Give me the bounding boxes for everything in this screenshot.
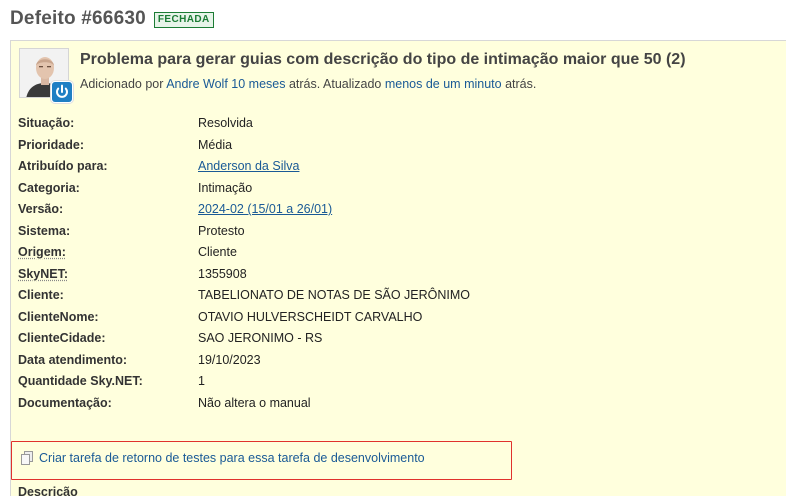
attribute-row-documentacao: Documentação: Não altera o manual — [18, 393, 718, 413]
attribute-value: Protesto — [198, 223, 245, 238]
version-link[interactable]: 2024-02 (15/01 a 26/01) — [198, 199, 332, 219]
attribute-label: Documentação: — [18, 395, 112, 410]
attribute-value: Média — [198, 137, 233, 152]
attribute-label: Categoria: — [18, 180, 80, 195]
attribute-value: 1355908 — [198, 266, 247, 281]
description-title: Descrição — [18, 485, 78, 496]
attribute-row-quantidade-skynet: Quantidade Sky.NET: 1 — [18, 371, 718, 391]
attribute-row-cliente: Cliente: TABELIONATO DE NOTAS DE SÃO JER… — [18, 285, 718, 305]
create-return-task-label: Criar tarefa de retorno de testes para e… — [39, 451, 425, 465]
attribute-row-origem: Origem: Cliente — [18, 242, 718, 262]
author-link[interactable]: Andre Wolf — [166, 77, 228, 91]
status-badge: FECHADA — [153, 12, 214, 28]
page-title: Defeito #66630 — [10, 8, 146, 29]
attribute-value: TABELIONATO DE NOTAS DE SÃO JERÔNIMO — [198, 288, 471, 302]
power-icon — [51, 81, 73, 103]
attribute-row-clientecidade: ClienteCidade: SAO JERONIMO - RS — [18, 328, 718, 348]
attribute-label: ClienteCidade: — [18, 331, 106, 345]
attribute-label: Quantidade Sky.NET: — [18, 374, 143, 388]
issue-box: Problema para gerar guias com descrição … — [10, 40, 786, 496]
page-header: Defeito #66630 FECHADA — [10, 8, 214, 30]
attribute-value: SAO JERONIMO - RS — [198, 331, 323, 345]
attribute-value: 1 — [198, 374, 205, 388]
attribute-label: SkyNET: — [18, 266, 69, 281]
attribute-label: Sistema: — [18, 223, 71, 238]
attribute-label: Versão: — [18, 202, 64, 216]
attribute-label: ClienteNome: — [18, 309, 99, 324]
attribute-value: Intimação — [198, 180, 253, 195]
attribute-label: Atribuído para: — [18, 159, 108, 173]
attribute-value: Resolvida — [198, 116, 253, 130]
attribute-value: Não altera o manual — [198, 395, 311, 410]
updated-time-link[interactable]: menos de um minuto — [385, 77, 502, 91]
meta-added-by-text: Adicionado por — [80, 77, 167, 91]
copy-icon — [21, 451, 33, 465]
added-time-link[interactable]: 10 meses — [231, 77, 285, 91]
attribute-row-skynet: SkyNET: 1355908 — [18, 264, 718, 284]
attribute-value: 19/10/2023 — [198, 352, 261, 367]
attribute-value: OTAVIO HULVERSCHEIDT CARVALHO — [198, 309, 423, 324]
meta-suffix-text: atrás. — [501, 77, 537, 91]
attribute-label: Cliente: — [18, 288, 64, 302]
attribute-row-data-atendimento: Data atendimento: 19/10/2023 — [18, 350, 718, 370]
attribute-label: Situação: — [18, 116, 75, 130]
attribute-label: Prioridade: — [18, 137, 84, 152]
issue-meta: Adicionado por Andre Wolf 10 meses atrás… — [80, 77, 536, 91]
meta-updated-text: atrás. Atualizado — [285, 77, 385, 91]
assignee-link[interactable]: Anderson da Silva — [198, 156, 299, 176]
attribute-row-clientenome: ClienteNome: OTAVIO HULVERSCHEIDT CARVAL… — [18, 307, 718, 327]
attribute-row-situacao: Situação: Resolvida — [18, 113, 718, 133]
attribute-row-categoria: Categoria: Intimação — [18, 178, 718, 198]
issue-subject: Problema para gerar guias com descrição … — [80, 51, 686, 68]
create-return-task-link[interactable]: Criar tarefa de retorno de testes para e… — [21, 451, 425, 465]
create-return-task-box: Criar tarefa de retorno de testes para e… — [11, 441, 512, 480]
attribute-label: Data atendimento: — [18, 352, 128, 367]
attribute-label: Origem: — [18, 245, 66, 259]
attribute-row-sistema: Sistema: Protesto — [18, 221, 718, 241]
attribute-row-versao: Versão: 2024-02 (15/01 a 26/01) — [18, 199, 718, 219]
attribute-row-prioridade: Prioridade: Média — [18, 135, 718, 155]
attribute-row-atribuido: Atribuído para: Anderson da Silva — [18, 156, 718, 176]
attribute-value: Cliente — [198, 245, 237, 259]
